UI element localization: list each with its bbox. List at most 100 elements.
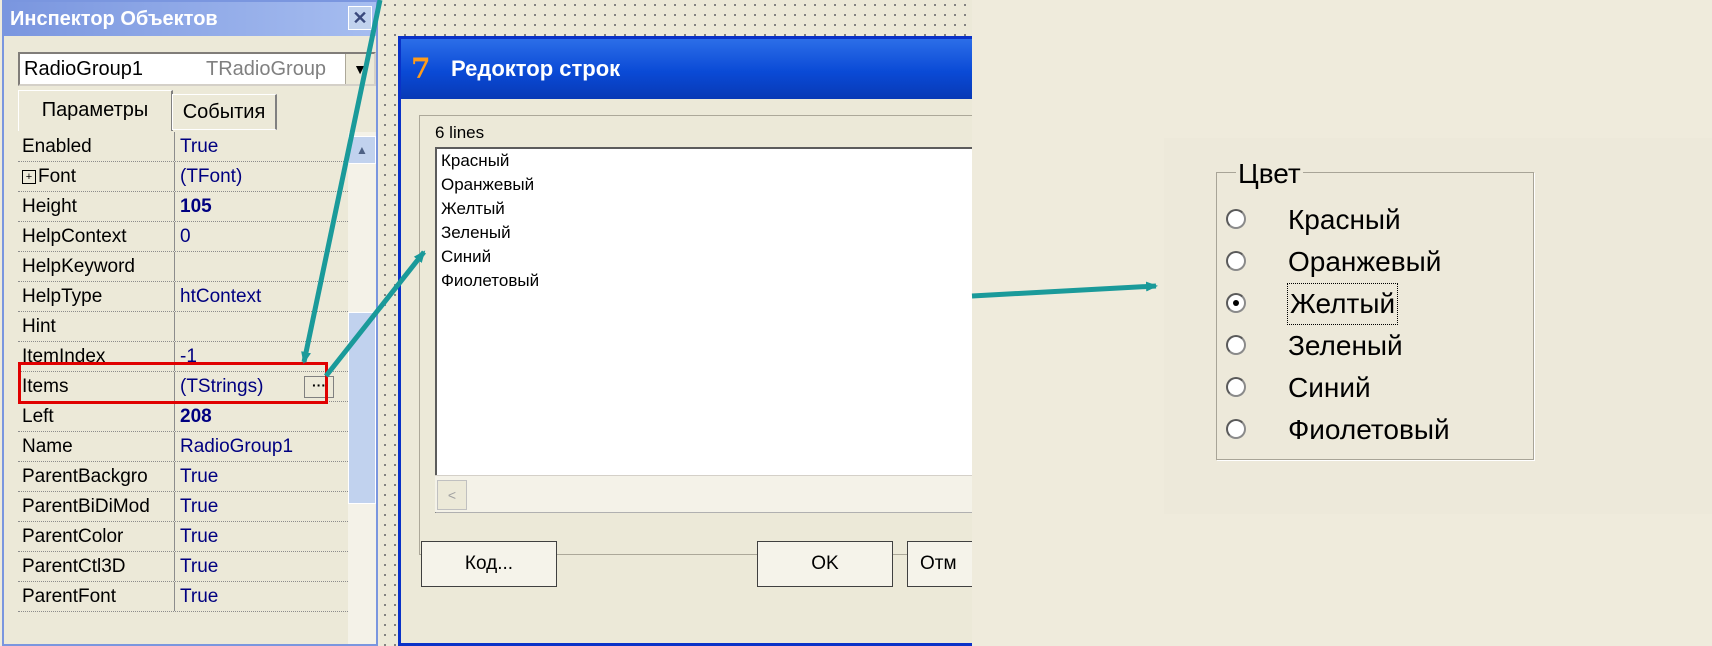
radio-option-label: Зеленый — [1288, 330, 1403, 361]
delphi-icon: 7 — [411, 52, 431, 85]
property-value[interactable]: 208 — [180, 402, 320, 431]
close-icon[interactable]: ✕ — [348, 6, 372, 30]
property-row[interactable]: Name RadioGroup1 — [18, 432, 348, 462]
object-inspector-window: Инспектор Объектов ✕ RadioGroup1 TRadioG… — [2, 0, 378, 646]
chevron-down-icon[interactable]: ▼ — [345, 54, 374, 84]
property-row[interactable]: HelpContext 0 — [18, 222, 348, 252]
expand-icon[interactable]: + — [22, 169, 36, 184]
scrollbar-thumb[interactable] — [348, 312, 376, 504]
property-row[interactable]: ParentBiDiMod True — [18, 492, 348, 522]
column-divider — [174, 522, 175, 551]
radio-option[interactable]: Оранжевый — [1226, 242, 1526, 282]
property-name-text: Height — [22, 196, 77, 217]
property-name: ParentBiDiMod — [22, 492, 172, 521]
property-value[interactable]: True — [180, 132, 320, 161]
property-row[interactable]: ParentFont True — [18, 582, 348, 612]
property-row[interactable]: Left 208 — [18, 402, 348, 432]
property-name: Name — [22, 432, 172, 461]
property-row[interactable]: Enabled True — [18, 132, 348, 162]
column-divider — [174, 132, 175, 161]
radio-button-icon[interactable] — [1226, 335, 1246, 355]
radio-option[interactable]: Синий — [1226, 368, 1526, 408]
column-divider — [174, 312, 175, 341]
column-divider — [174, 402, 175, 431]
radio-button-icon[interactable] — [1226, 419, 1246, 439]
memo-line: Синий — [441, 247, 492, 266]
property-value[interactable]: RadioGroup1 — [180, 432, 320, 461]
memo-line: Желтый — [441, 199, 505, 218]
property-name: ParentColor — [22, 522, 172, 551]
editor-title-bar[interactable]: 7 Редоктор строк — [401, 39, 972, 99]
property-scrollbar[interactable]: ▲ — [348, 132, 376, 644]
radio-option[interactable]: Желтый — [1226, 283, 1526, 325]
property-name-text: ParentBackgro — [22, 466, 148, 487]
property-name-text: Name — [22, 436, 73, 457]
component-selector[interactable]: RadioGroup1 TRadioGroup ▼ — [18, 52, 376, 86]
inspector-title-bar[interactable]: Инспектор Объектов — [4, 2, 376, 36]
radio-selected-dot — [1233, 300, 1239, 306]
column-divider — [174, 162, 175, 191]
radio-option-label: Фиолетовый — [1288, 414, 1450, 445]
scroll-up-icon[interactable]: ▲ — [348, 136, 376, 164]
cancel-button[interactable]: Отм — [907, 541, 972, 587]
property-name-text: ParentCtl3D — [22, 556, 126, 577]
property-name-text: Left — [22, 406, 54, 427]
radio-option[interactable]: Красный — [1226, 200, 1526, 240]
tab-properties[interactable]: Параметры — [18, 90, 173, 131]
property-value[interactable]: True — [180, 552, 320, 581]
property-value[interactable]: True — [180, 492, 320, 521]
radio-option[interactable]: Зеленый — [1226, 326, 1526, 366]
column-divider — [174, 432, 175, 461]
property-name: Left — [22, 402, 172, 431]
property-value[interactable]: htContext — [180, 282, 320, 311]
property-name: + Font — [22, 162, 172, 191]
property-value[interactable]: True — [180, 522, 320, 551]
property-value[interactable]: True — [180, 462, 320, 491]
radio-option[interactable]: Фиолетовый — [1226, 410, 1526, 450]
property-value[interactable]: 0 — [180, 222, 320, 251]
property-row[interactable]: ParentCtl3D True — [18, 552, 348, 582]
ok-button[interactable]: OK — [757, 541, 893, 587]
radio-button-icon[interactable] — [1226, 251, 1246, 271]
string-list-editor-dialog: 7 Редоктор строк 6 lines Красный Оранжевы… — [398, 36, 972, 646]
property-name-text: Hint — [22, 316, 56, 337]
property-name: Height — [22, 192, 172, 221]
property-name: ParentCtl3D — [22, 552, 172, 581]
scroll-left-icon[interactable]: < — [437, 480, 467, 510]
property-name-text: ParentFont — [22, 586, 116, 607]
property-row[interactable]: Height 105 — [18, 192, 348, 222]
column-divider — [174, 582, 175, 611]
radio-button-icon[interactable] — [1226, 209, 1246, 229]
property-name: Hint — [22, 312, 172, 341]
memo-line: Зеленый — [441, 223, 511, 242]
radio-button-icon[interactable] — [1226, 377, 1246, 397]
strings-memo[interactable]: Красный Оранжевый Желтый Зеленый Синий Фиолет… — [435, 147, 972, 513]
property-name: HelpKeyword — [22, 252, 172, 281]
property-name: ParentFont — [22, 582, 172, 611]
column-divider — [174, 222, 175, 251]
code-button[interactable]: Код... — [421, 541, 557, 587]
property-row[interactable]: HelpKeyword — [18, 252, 348, 282]
radio-option-label: Желтый — [1286, 283, 1399, 325]
property-row[interactable]: ParentColor True — [18, 522, 348, 552]
property-row[interactable]: ParentBackgro True — [18, 462, 348, 492]
property-row[interactable]: HelpType htContext — [18, 282, 348, 312]
property-name: HelpType — [22, 282, 172, 311]
property-row[interactable]: Hint — [18, 312, 348, 342]
property-value[interactable]: True — [180, 582, 320, 611]
tab-events[interactable]: События — [172, 94, 277, 130]
component-name: RadioGroup1 — [24, 58, 143, 80]
inspector-title: Инспектор Объектов — [10, 8, 218, 30]
property-value[interactable]: 105 — [180, 192, 320, 221]
memo-line: Красный — [441, 151, 510, 170]
radio-button-icon[interactable] — [1226, 293, 1246, 313]
memo-horizontal-scrollbar[interactable]: < — [435, 475, 972, 512]
property-value[interactable]: (TFont) — [180, 162, 320, 191]
arrow-to-radio-group — [971, 281, 1158, 299]
line-count-label: 6 lines — [435, 123, 485, 142]
property-row[interactable]: + Font (TFont) — [18, 162, 348, 192]
property-name: ParentBackgro — [22, 462, 172, 491]
component-type: TRadioGroup — [206, 58, 327, 80]
radio-option-label: Синий — [1288, 372, 1371, 403]
property-name-text: ParentBiDiMod — [22, 496, 150, 517]
